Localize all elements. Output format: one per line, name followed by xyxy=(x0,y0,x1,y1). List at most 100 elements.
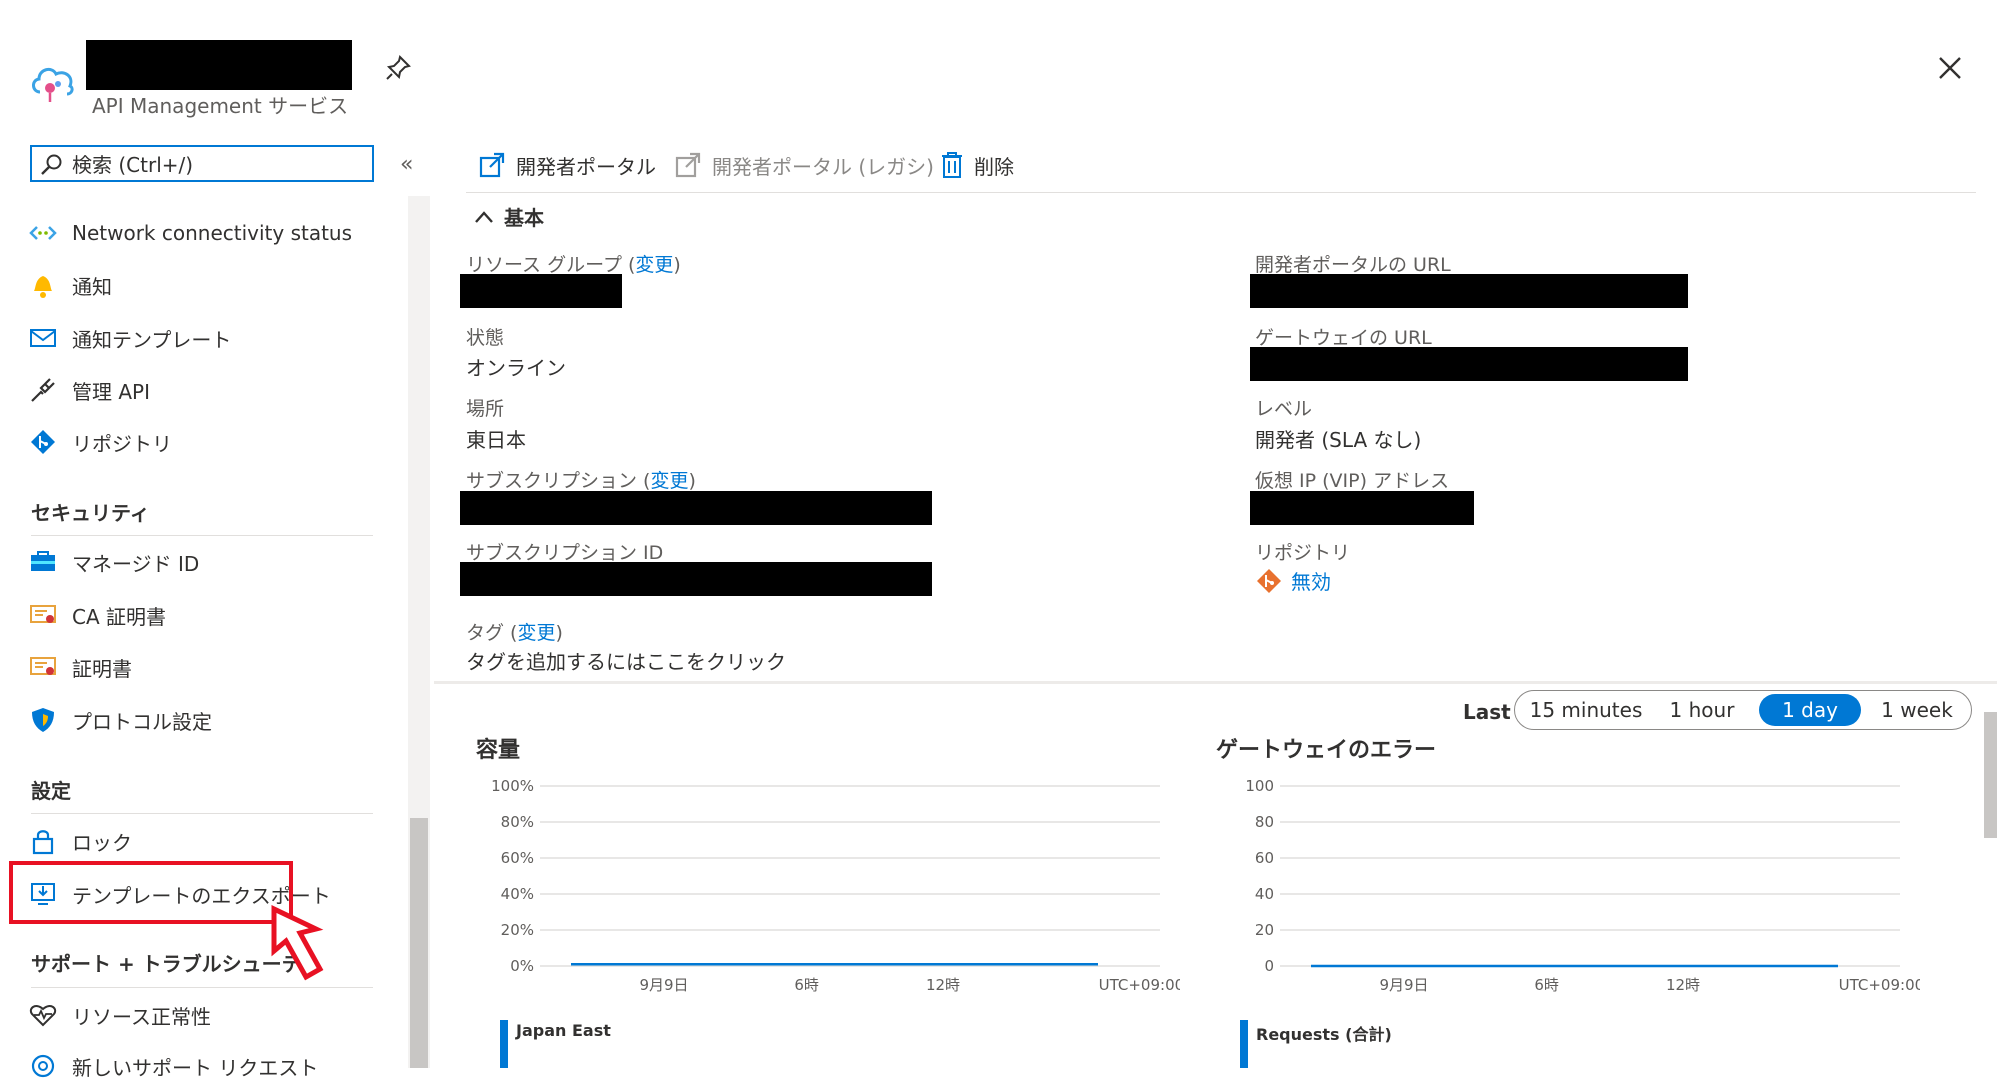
y-tick-label: 80% xyxy=(501,813,534,831)
sidebar-item-label: ロック xyxy=(72,830,132,855)
open-external-icon xyxy=(674,151,702,179)
developer-portal-legacy-label: 開発者ポータル (レガシ) xyxy=(712,154,934,179)
developer-portal-button[interactable]: 開発者ポータル xyxy=(478,148,656,182)
capacity-legend-color xyxy=(500,1020,508,1068)
time-range-1-day[interactable]: 1 day xyxy=(1759,694,1861,726)
change-resource-group-link[interactable]: 変更 xyxy=(635,254,673,276)
sidebar-item-label: Network connectivity status xyxy=(72,221,353,245)
y-tick-label: 0% xyxy=(510,957,534,975)
git-icon xyxy=(1255,567,1283,595)
search-input[interactable] xyxy=(70,151,364,179)
add-tags-link[interactable]: タグを追加するにはここをクリック xyxy=(466,646,786,675)
developer-portal-legacy-button[interactable]: 開発者ポータル (レガシ) xyxy=(674,148,934,182)
delete-button[interactable]: 削除 xyxy=(940,148,1014,182)
gateway-errors-legend-color xyxy=(1240,1020,1248,1068)
sidebar-item-notification-templates[interactable]: 通知テンプレート xyxy=(28,318,231,358)
sidebar-item-certificates[interactable]: 証明書 xyxy=(28,647,132,687)
developer-portal-url-label: 開発者ポータルの URL xyxy=(1255,254,1451,276)
toolbar-divider xyxy=(466,192,1976,193)
section-divider xyxy=(31,535,373,536)
vip-value-redacted xyxy=(1250,491,1474,525)
time-range-label: Last xyxy=(1463,700,1511,724)
gateway-url-label: ゲートウェイの URL xyxy=(1255,327,1432,349)
y-tick-label: 0 xyxy=(1264,957,1274,975)
y-tick-label: 60 xyxy=(1255,849,1274,867)
chevron-up-icon xyxy=(474,210,494,224)
sidebar-item-locks[interactable]: ロック xyxy=(28,821,132,861)
page-scrollbar-thumb[interactable] xyxy=(1984,712,1997,838)
time-range-1-hour[interactable]: 1 hour xyxy=(1657,691,1747,729)
service-type-label: API Management サービス xyxy=(92,94,349,118)
change-subscription-link[interactable]: 変更 xyxy=(650,470,688,492)
sidebar-item-protocol-settings[interactable]: プロトコル設定 xyxy=(28,700,212,740)
sidebar-scrollbar-thumb[interactable] xyxy=(410,818,428,1068)
capacity-chart[interactable]: 100% 80% 60% 40% 20% 0% 9月9日 6時 12時 UTC+09:00 xyxy=(480,770,1180,1015)
resource-group-value-redacted xyxy=(460,274,622,308)
section-settings-heading: 設定 xyxy=(31,779,71,803)
sidebar-item-new-support-request[interactable]: 新しいサポート リクエスト xyxy=(28,1046,318,1086)
sidebar-item-network-connectivity[interactable]: Network connectivity status xyxy=(28,213,352,253)
x-tick-label: 12時 xyxy=(1666,976,1700,994)
certificate-icon xyxy=(28,652,58,682)
x-tick-label: 9月9日 xyxy=(639,976,688,994)
change-tags-link[interactable]: 変更 xyxy=(517,622,555,644)
x-tick-label: UTC+09:00 xyxy=(1099,976,1180,994)
location-label: 場所 xyxy=(466,398,505,420)
gateway-errors-chart-title: ゲートウェイのエラー xyxy=(1216,738,1437,763)
state-label: 状態 xyxy=(466,327,505,349)
close-icon[interactable] xyxy=(1938,56,1962,85)
y-tick-label: 40 xyxy=(1255,885,1274,903)
sidebar-item-label: 新しいサポート リクエスト xyxy=(72,1055,319,1080)
y-tick-label: 100 xyxy=(1245,777,1274,795)
pointer-arrow-icon xyxy=(270,905,350,990)
sidebar-item-ca-certificates[interactable]: CA 証明書 xyxy=(28,595,166,635)
location-value: 東日本 xyxy=(466,428,526,452)
resource-group-label: リソース グループ (変更) xyxy=(466,254,681,276)
time-range-selector[interactable]: 15 minutes 1 hour 1 day 1 week xyxy=(1514,690,1972,730)
sidebar-item-label: リポジトリ xyxy=(72,431,172,456)
repository-label: リポジトリ xyxy=(1255,542,1351,564)
network-icon xyxy=(28,218,58,248)
section-divider xyxy=(31,813,373,814)
time-range-15-minutes[interactable]: 15 minutes xyxy=(1527,691,1645,729)
sidebar-item-notifications[interactable]: 通知 xyxy=(28,265,112,305)
x-tick-label: UTC+09:00 xyxy=(1839,976,1920,994)
service-name-redacted xyxy=(86,40,352,90)
delete-label: 削除 xyxy=(974,154,1014,179)
search-box[interactable] xyxy=(30,145,374,182)
sidebar-item-management-api[interactable]: 管理 API xyxy=(28,370,150,410)
essentials-heading: 基本 xyxy=(504,206,544,230)
tier-label: レベル xyxy=(1255,398,1313,420)
pin-icon[interactable] xyxy=(384,54,412,87)
sidebar-item-repository[interactable]: リポジトリ xyxy=(28,422,172,462)
plug-icon xyxy=(28,375,58,405)
subscription-value-redacted xyxy=(460,491,932,525)
repository-status-link[interactable]: 無効 xyxy=(1291,566,1331,595)
x-tick-label: 6時 xyxy=(1534,976,1559,994)
subscription-id-value-redacted xyxy=(460,562,932,596)
x-tick-label: 12時 xyxy=(926,976,960,994)
collapse-sidebar-icon[interactable]: « xyxy=(400,152,413,177)
sidebar-item-resource-health[interactable]: リソース正常性 xyxy=(28,995,211,1035)
shield-icon xyxy=(28,705,58,735)
repository-value[interactable]: 無効 xyxy=(1255,566,1331,595)
managed-id-icon xyxy=(28,547,58,577)
y-tick-label: 20 xyxy=(1255,921,1274,939)
essentials-toggle[interactable]: 基本 xyxy=(474,202,544,231)
x-tick-label: 9月9日 xyxy=(1379,976,1428,994)
subscription-id-label: サブスクリプション ID xyxy=(466,542,664,564)
capacity-chart-title: 容量 xyxy=(476,738,521,763)
api-management-cloud-icon xyxy=(28,58,78,109)
state-value: オンライン xyxy=(466,356,566,380)
heart-icon xyxy=(28,1000,58,1030)
sidebar-item-managed-id[interactable]: マネージド ID xyxy=(28,542,199,582)
sidebar-item-label: 通知 xyxy=(72,274,112,299)
time-range-1-week[interactable]: 1 week xyxy=(1873,691,1961,729)
git-icon xyxy=(28,427,58,457)
sidebar-item-label: マネージド ID xyxy=(72,551,200,576)
bell-icon xyxy=(28,270,58,300)
search-icon xyxy=(40,153,64,182)
developer-portal-url-redacted xyxy=(1250,274,1688,308)
support-icon xyxy=(28,1051,58,1081)
gateway-errors-chart[interactable]: 100 80 60 40 20 0 9月9日 6時 12時 UTC+09:00 xyxy=(1220,770,1920,1015)
